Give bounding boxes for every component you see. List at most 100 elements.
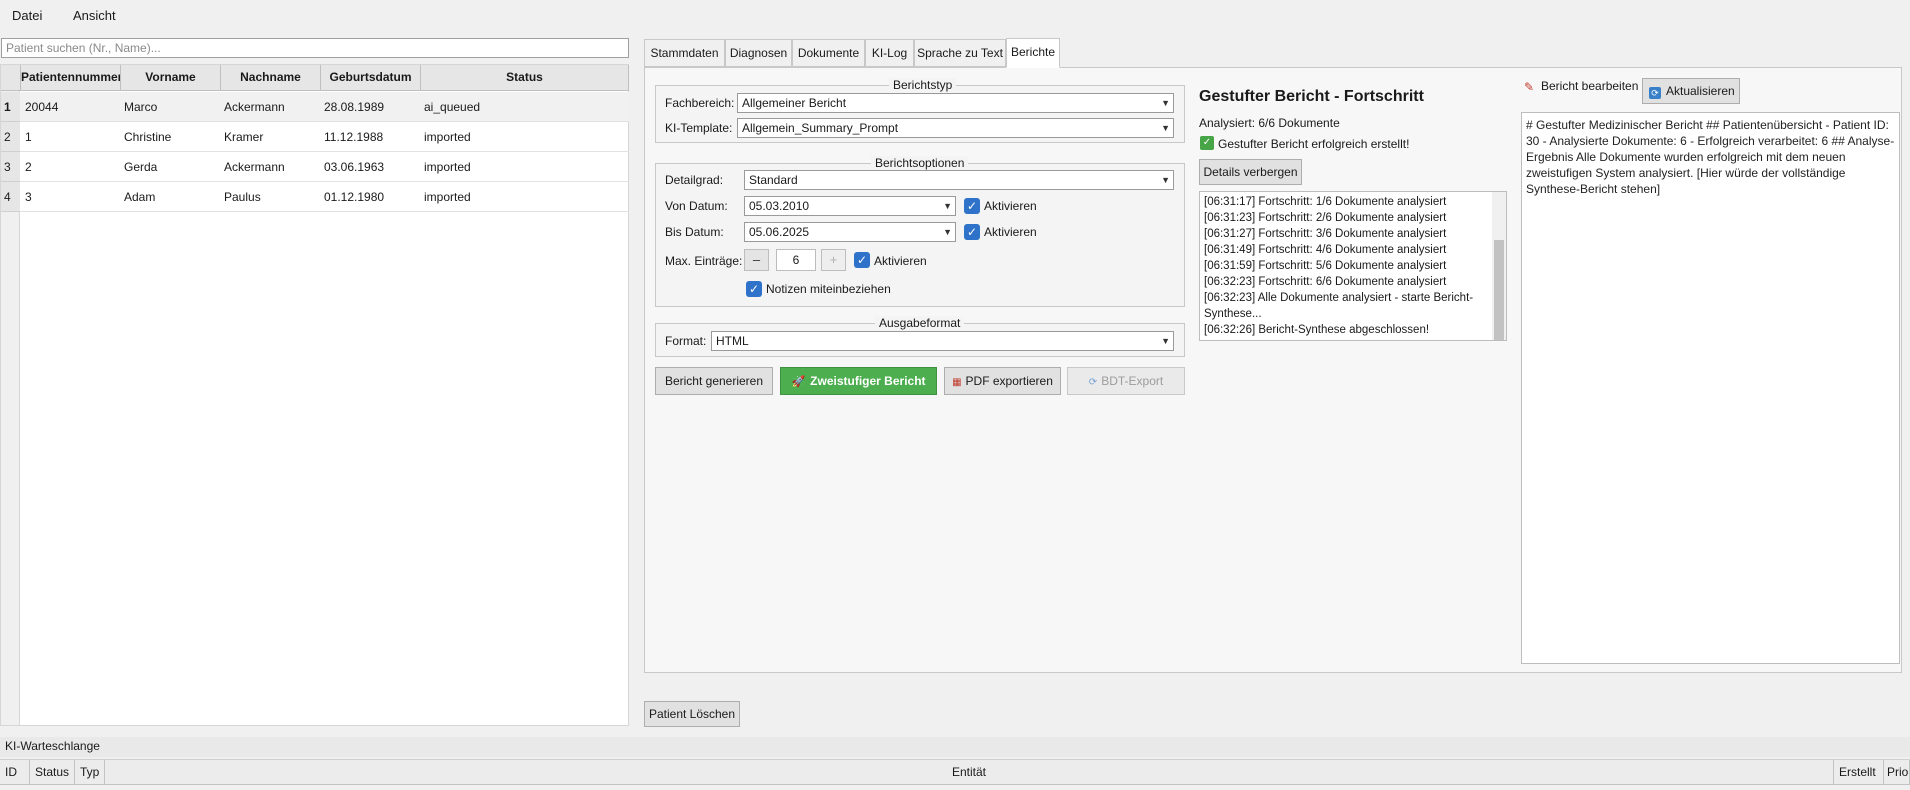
ki-template-select[interactable]: Allgemein_Summary_Prompt ▼: [737, 118, 1174, 138]
patient-table: Patientennummer Vorname Nachname Geburts…: [0, 64, 629, 726]
progress-log-lines: [06:31:17] Fortschritt: 1/6 Dokumente an…: [1204, 194, 1488, 338]
chevron-down-icon: ▼: [1161, 336, 1170, 346]
detailgrad-select[interactable]: Standard ▼: [744, 170, 1174, 190]
tab-stammdaten[interactable]: Stammdaten: [644, 39, 725, 67]
cell-geburtsdatum: 03.06.1963: [324, 160, 385, 174]
log-line: [06:31:27] Fortschritt: 3/6 Dokumente an…: [1204, 228, 1447, 240]
log-line: [06:31:59] Fortschritt: 5/6 Dokumente an…: [1204, 260, 1447, 272]
progress-log[interactable]: [06:31:17] Fortschritt: 1/6 Dokumente an…: [1199, 191, 1507, 341]
progress-title: Gestufter Bericht - Fortschritt: [1199, 88, 1424, 105]
report-text-editor[interactable]: # Gestufter Medizinischer Bericht ## Pat…: [1521, 112, 1900, 664]
table-row[interactable]: 3 Adam Paulus 01.12.1980 imported: [20, 182, 629, 212]
cell-nachname: Ackermann: [224, 160, 285, 174]
cell-status: imported: [424, 130, 471, 144]
hide-details-button[interactable]: Details verbergen: [1199, 159, 1302, 185]
row-number[interactable]: 3: [1, 152, 20, 182]
queue-col-status[interactable]: Status: [30, 760, 75, 785]
log-line: [06:32:23] Fortschritt: 6/6 Dokumente an…: [1204, 276, 1447, 288]
log-line: [06:32:26] Bericht-Synthese abgeschlosse…: [1204, 324, 1430, 336]
col-header-patientennummer[interactable]: Patientennummer: [21, 65, 121, 91]
ai-queue-label: KI-Warteschlange: [0, 737, 1910, 757]
cell-geburtsdatum: 11.12.1988: [324, 130, 384, 144]
tab-diagnosen[interactable]: Diagnosen: [725, 39, 792, 67]
von-datum-picker[interactable]: 05.03.2010 ▼: [744, 196, 956, 216]
log-line: [06:31:17] Fortschritt: 1/6 Dokumente an…: [1204, 196, 1447, 208]
bdt-label: BDT-Export: [1101, 374, 1164, 388]
col-header-nachname[interactable]: Nachname: [221, 65, 321, 91]
max-eintraege-checkbox[interactable]: ✓: [854, 252, 870, 268]
bis-datum-value: 05.06.2025: [749, 225, 810, 239]
chevron-down-icon: ▼: [1161, 175, 1170, 185]
cell-patientennummer: 1: [25, 130, 32, 144]
pdf-export-button[interactable]: ▦ PDF exportieren: [944, 367, 1061, 395]
format-value: HTML: [716, 334, 749, 348]
menu-ansicht[interactable]: Ansicht: [71, 8, 118, 23]
tab-dokumente[interactable]: Dokumente: [792, 39, 865, 67]
col-header-status[interactable]: Status: [421, 65, 629, 91]
col-header-geburtsdatum[interactable]: Geburtsdatum: [321, 65, 421, 91]
cell-vorname: Adam: [124, 190, 156, 204]
log-line: [06:32:23] Alle Dokumente analysiert - s…: [1204, 292, 1474, 320]
detailgrad-value: Standard: [749, 173, 798, 187]
cell-geburtsdatum: 01.12.1980: [324, 190, 385, 204]
refresh-label: Aktualisieren: [1666, 84, 1735, 98]
queue-col-typ[interactable]: Typ: [75, 760, 105, 785]
row-number[interactable]: 4: [1, 182, 20, 212]
von-datum-checkbox[interactable]: ✓: [964, 198, 980, 214]
max-eintraege-decrement[interactable]: –: [744, 249, 769, 271]
tab-ki-log[interactable]: KI-Log: [865, 39, 914, 67]
von-datum-value: 05.03.2010: [749, 199, 810, 213]
bis-datum-label: Bis Datum:: [665, 225, 724, 239]
table-row[interactable]: 2 Gerda Ackermann 03.06.1963 imported: [20, 152, 629, 182]
log-scrollbar[interactable]: [1492, 192, 1506, 340]
bis-datum-checkbox[interactable]: ✓: [964, 224, 980, 240]
row-number[interactable]: 2: [1, 122, 20, 152]
tab-berichte[interactable]: Berichte: [1006, 38, 1060, 68]
cell-nachname: Ackermann: [224, 100, 285, 114]
delete-patient-button[interactable]: Patient Löschen: [644, 701, 740, 727]
twostep-report-button[interactable]: 🚀 Zweistufiger Bericht: [780, 367, 937, 395]
max-eintraege-increment[interactable]: +: [821, 249, 846, 271]
max-eintraege-value[interactable]: 6: [776, 249, 816, 271]
generate-report-button[interactable]: Bericht generieren: [655, 367, 773, 395]
fachbereich-select[interactable]: Allgemeiner Bericht ▼: [737, 93, 1174, 113]
log-line: [06:31:49] Fortschritt: 4/6 Dokumente an…: [1204, 244, 1447, 256]
log-line: [06:31:23] Fortschritt: 2/6 Dokumente an…: [1204, 212, 1447, 224]
cell-patientennummer: 20044: [25, 100, 59, 114]
queue-col-id[interactable]: ID: [0, 760, 30, 785]
ki-template-value: Allgemein_Summary_Prompt: [742, 121, 899, 135]
menu-bar: Datei Ansicht: [0, 0, 1910, 32]
cell-geburtsdatum: 28.08.1989: [324, 100, 385, 114]
refresh-button[interactable]: ⟳ Aktualisieren: [1642, 78, 1740, 104]
patient-search-input[interactable]: [1, 38, 629, 58]
queue-col-entitaet[interactable]: Entität: [105, 760, 1834, 785]
von-datum-check-label: Aktivieren: [984, 199, 1037, 213]
fachbereich-label: Fachbereich:: [665, 96, 735, 110]
edit-report-icon: ✎: [1524, 80, 1535, 94]
bdt-export-button[interactable]: ⟳ BDT-Export: [1067, 367, 1185, 395]
chevron-down-icon: ▼: [943, 201, 952, 211]
bis-datum-check-label: Aktivieren: [984, 225, 1037, 239]
ai-queue-table: ID Status Typ Entität Erstellt Prio: [0, 759, 1910, 785]
log-scrollbar-thumb[interactable]: [1494, 240, 1504, 340]
queue-col-prio[interactable]: Prio: [1884, 760, 1910, 785]
tab-sprache-zu-text[interactable]: Sprache zu Text: [914, 39, 1006, 67]
pdf-label: PDF exportieren: [965, 374, 1053, 388]
col-header-vorname[interactable]: Vorname: [121, 65, 221, 91]
template-label: KI-Template:: [665, 121, 733, 135]
cell-patientennummer: 2: [25, 160, 32, 174]
chevron-down-icon: ▼: [1161, 98, 1170, 108]
queue-col-erstellt[interactable]: Erstellt: [1834, 760, 1884, 785]
notizen-checkbox[interactable]: ✓: [746, 281, 762, 297]
menu-datei[interactable]: Datei: [10, 8, 44, 23]
cell-vorname: Gerda: [124, 160, 158, 174]
format-select[interactable]: HTML ▼: [711, 331, 1174, 351]
bis-datum-picker[interactable]: 05.06.2025 ▼: [744, 222, 956, 242]
row-number[interactable]: 1: [1, 92, 20, 122]
table-row[interactable]: 20044 Marco Ackermann 28.08.1989 ai_queu…: [20, 92, 629, 122]
max-eintraege-label: Max. Einträge:: [665, 254, 743, 268]
table-row[interactable]: 1 Christine Kramer 11.12.1988 imported: [20, 122, 629, 152]
chevron-down-icon: ▼: [943, 227, 952, 237]
cell-status: imported: [424, 190, 471, 204]
chevron-down-icon: ▼: [1161, 123, 1170, 133]
